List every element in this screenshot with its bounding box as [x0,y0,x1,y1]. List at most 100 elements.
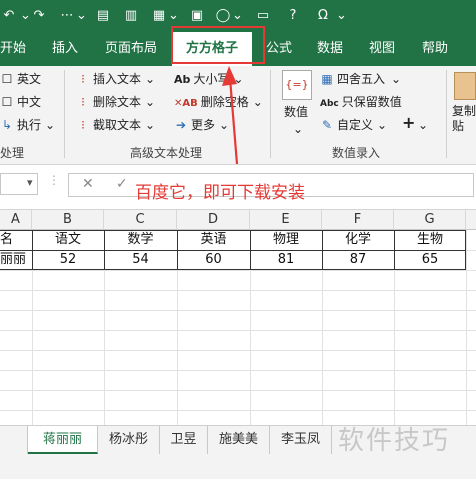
cancel-icon[interactable]: ✕ [82,176,94,192]
grid-line [466,230,467,425]
sheet-tab-3[interactable]: 卫昱 [160,426,208,454]
group-label-numeric: 数值录入 [332,146,381,160]
copy-paste-button[interactable]: 复制 贴 [452,104,476,134]
data-cell-chemistry[interactable]: 87 [322,250,394,270]
execute-button[interactable]: ↳ 执行 ⌄ [0,117,55,133]
delete-text-button[interactable]: ⁝ 删除文本 ⌄ [76,94,155,110]
tab-formulas[interactable]: 公式 [266,32,292,66]
chevron-down-icon: ⌄ [145,72,156,86]
grid-line [0,290,476,291]
redo-arrow-icon[interactable]: ↷ [30,8,48,24]
numbers-button[interactable]: 数值 [284,104,308,120]
chevron-down-icon: ⌄ [377,118,388,132]
sheet-tab-4[interactable]: 施美美 [208,426,270,454]
header-cell-math[interactable]: 数学 [104,230,177,250]
sheet-tab-1[interactable]: 蒋丽丽 [28,426,98,454]
check-icon[interactable]: ✓ [116,176,128,192]
chevron-down-icon[interactable]: ⌄ [293,121,303,137]
column-header-g[interactable]: G [394,210,466,230]
sheet-tab-2[interactable]: 杨冰彤 [98,426,160,454]
symbol-icon[interactable]: Ω [314,8,332,24]
keep-numbers-button[interactable]: Abc 只保留数值 [320,94,402,112]
header-cell-english[interactable]: 英语 [177,230,250,250]
annotation-text: 百度它，即可下载安装 [135,183,305,203]
tab-help[interactable]: 帮助 [422,32,448,66]
data-cell-name[interactable]: 丽丽 [0,250,32,270]
checkbox-icon: ☐ [1,95,13,109]
grid-line [0,390,476,391]
shapes-icon[interactable]: ◯ [214,8,232,24]
english-button[interactable]: ☐ 英文 [0,71,41,87]
column-header-d[interactable]: D [177,210,250,230]
header-cell-name[interactable]: 名 [0,230,32,250]
column-header-h[interactable] [466,210,476,230]
grid-line [0,410,476,411]
camera-icon[interactable]: ▣ [188,8,206,24]
data-cell-english[interactable]: 60 [177,250,250,270]
abc-icon: Abc [320,99,339,109]
grid-line [0,270,476,271]
group-divider [64,70,65,158]
format-painter-icon[interactable]: ⋯ [58,8,76,24]
header-cell-chinese[interactable]: 语文 [32,230,104,250]
chevron-down-icon: ⌄ [252,95,263,109]
execute-icon: ↳ [1,118,13,132]
numbers-icon: {=} [282,70,312,100]
chart-icon[interactable]: ▥ [122,8,140,24]
group-label-left: 处理 [0,146,25,160]
chevron-down-icon[interactable]: ⌄ [168,8,179,24]
textbox-icon[interactable]: ▭ [254,8,272,24]
data-cell-physics[interactable]: 81 [250,250,322,270]
sheet-nav-area[interactable] [0,426,28,454]
tab-data[interactable]: 数据 [317,32,343,66]
tab-page-layout[interactable]: 页面布局 [105,32,157,66]
chevron-down-icon[interactable]: ⌄ [232,8,243,24]
chevron-down-icon[interactable]: ⌄ [418,117,428,133]
chevron-down-icon: ⌄ [45,118,56,132]
cut-text-button[interactable]: ⁝ 截取文本 ⌄ [76,117,155,133]
column-header-a[interactable]: A [0,210,32,230]
insert-text-button[interactable]: ⁝ 插入文本 ⌄ [76,71,155,87]
column-header-b[interactable]: B [32,210,104,230]
arrow-right-icon: ➔ [175,118,187,132]
help-icon[interactable]: ? [284,8,302,24]
data-cell-biology[interactable]: 65 [394,250,466,270]
tab-highlight-box [171,26,265,64]
header-cell-chemistry[interactable]: 化学 [322,230,394,250]
header-cell-biology[interactable]: 生物 [394,230,466,250]
tab-home[interactable]: 开始 [0,32,26,66]
checkbox-icon: ☐ [1,72,13,86]
tab-insert[interactable]: 插入 [52,32,78,66]
undo-arrow-icon[interactable]: ↶ [2,8,16,24]
plus-icon[interactable]: + [402,115,415,131]
chevron-down-icon[interactable]: ⌄ [76,8,87,24]
delete-text-icon: ⁝ [81,95,85,109]
column-header-f[interactable]: F [322,210,394,230]
chinese-button[interactable]: ☐ 中文 [0,94,41,110]
sheet-tab-5[interactable]: 李玉凤 [270,426,332,454]
cut-text-icon: ⁝ [81,118,85,132]
table-icon[interactable]: ▤ [94,8,112,24]
grid-line [0,310,476,311]
data-cell-math[interactable]: 54 [104,250,177,270]
chevron-down-icon[interactable]: ⌄ [336,8,347,24]
group-divider [270,70,271,158]
tab-view[interactable]: 视图 [369,32,395,66]
column-header-e[interactable]: E [250,210,322,230]
column-header-c[interactable]: C [104,210,177,230]
insert-text-icon: ⁝ [81,72,85,86]
delete-space-icon: ✕AB [174,98,198,109]
data-cell-chinese[interactable]: 52 [32,250,104,270]
header-cell-physics[interactable]: 物理 [250,230,322,250]
vertical-dots-icon: ⋮ [48,173,60,187]
undo-dropdown-icon[interactable]: ⌄ [20,8,31,24]
watermark: 软件技巧 [338,426,451,456]
group-label-text: 高级文本处理 [130,146,203,160]
chevron-down-icon[interactable]: ▾ [27,176,33,189]
case-icon: Ab [174,73,191,86]
custom-button[interactable]: ✎ 自定义 ⌄ [320,117,387,133]
round-button[interactable]: ▦ 四舍五入 ⌄ [320,71,401,87]
red-arrow-annotation [222,66,239,165]
round-icon: ▦ [321,72,333,86]
pivot-icon[interactable]: ▦ [150,8,168,24]
